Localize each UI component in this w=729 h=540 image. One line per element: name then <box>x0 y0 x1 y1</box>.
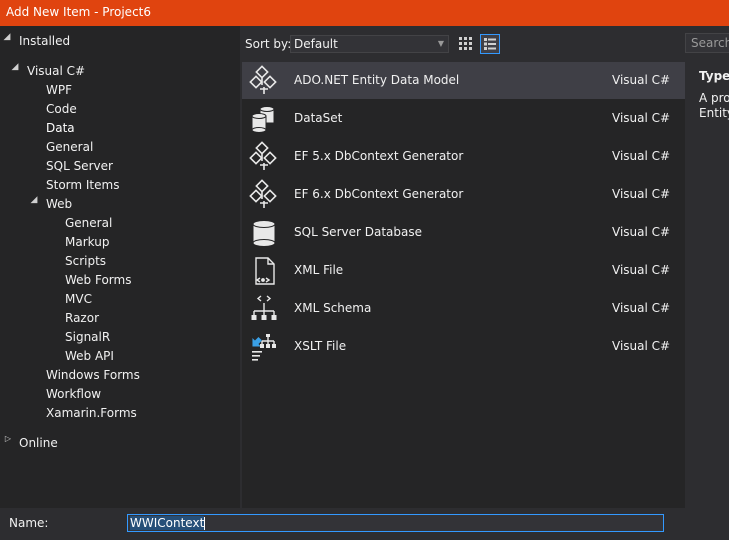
ef-generator-icon <box>249 179 277 208</box>
tree-item-web-scripts[interactable]: Scripts <box>65 252 106 271</box>
item-language: Visual C# <box>612 187 671 201</box>
xslt-file-icon <box>252 334 276 361</box>
item-language: Visual C# <box>612 111 671 125</box>
tree-item-web-signalr[interactable]: SignalR <box>65 328 110 347</box>
item-name: XML Schema <box>294 301 372 315</box>
list-item[interactable]: XML File Visual C# <box>242 252 685 289</box>
sort-by-label: Sort by: <box>245 37 292 51</box>
collapse-arrow-icon[interactable]: ◢ <box>29 195 39 214</box>
list-item[interactable]: DataSet Visual C# <box>242 100 685 137</box>
item-name: XSLT File <box>294 339 347 353</box>
text-cursor <box>204 517 206 530</box>
item-name: ADO.NET Entity Data Model <box>294 73 460 87</box>
tree-item-web-razor[interactable]: Razor <box>65 309 99 328</box>
tree-item-visual-csharp[interactable]: Visual C# <box>27 62 85 81</box>
details-pane: Type: A proj Entity <box>685 60 729 508</box>
tree-item-windows-forms[interactable]: Windows Forms <box>46 366 140 385</box>
item-name: EF 6.x DbContext Generator <box>294 187 464 201</box>
item-template-list: ADO.NET Entity Data Model Visual C# Data… <box>242 62 685 508</box>
grid-view-icon <box>459 37 472 50</box>
sort-toolbar: Sort by: Default ▼ <box>240 26 685 60</box>
medium-icons-view-button[interactable] <box>456 34 476 54</box>
item-language: Visual C# <box>612 225 671 239</box>
ef-generator-icon <box>249 141 277 170</box>
tree-item-data[interactable]: Data <box>46 119 75 138</box>
list-view-icon <box>484 38 496 50</box>
entity-model-icon <box>249 65 277 94</box>
database-icon <box>252 220 276 247</box>
list-view-button[interactable] <box>480 34 500 54</box>
sort-by-dropdown[interactable]: Default ▼ <box>290 35 449 53</box>
item-language: Visual C# <box>612 301 671 315</box>
item-language: Visual C# <box>612 73 671 87</box>
item-name: XML File <box>294 263 344 277</box>
list-item[interactable]: XML Schema Visual C# <box>242 290 685 327</box>
tree-item-storm-items[interactable]: Storm Items <box>46 176 119 195</box>
list-item[interactable]: SQL Server Database Visual C# <box>242 214 685 251</box>
tree-item-online[interactable]: Online <box>19 434 58 453</box>
tree-item-web-mvc[interactable]: MVC <box>65 290 92 309</box>
tree-item-web-markup[interactable]: Markup <box>65 233 109 252</box>
list-item[interactable]: XSLT File Visual C# <box>242 328 685 365</box>
list-item[interactable]: EF 5.x DbContext Generator Visual C# <box>242 138 685 175</box>
collapse-arrow-icon[interactable]: ◢ <box>2 32 12 51</box>
expand-arrow-icon[interactable]: ▷ <box>3 434 13 453</box>
title-bar: Add New Item - Project6 <box>0 0 729 26</box>
item-language: Visual C# <box>612 339 671 353</box>
search-input[interactable]: Search <box>685 33 729 53</box>
tree-item-wpf[interactable]: WPF <box>46 81 72 100</box>
dataset-icon <box>251 106 275 133</box>
name-label: Name: <box>9 516 49 530</box>
xml-file-icon <box>255 257 275 285</box>
list-item[interactable]: EF 6.x DbContext Generator Visual C# <box>242 176 685 213</box>
tree-item-workflow[interactable]: Workflow <box>46 385 101 404</box>
name-bar: Name: WWIContext <box>0 508 729 540</box>
name-input-value: WWIContext <box>130 516 205 530</box>
description-line: Entity <box>699 106 729 120</box>
tree-item-web-general[interactable]: General <box>65 214 112 233</box>
item-description: A proj Entity <box>699 91 729 121</box>
tree-item-web-api[interactable]: Web API <box>65 347 114 366</box>
window-title: Add New Item - Project6 <box>6 5 152 19</box>
tree-item-code[interactable]: Code <box>46 100 77 119</box>
tree-item-web-forms[interactable]: Web Forms <box>65 271 131 290</box>
tree-item-web[interactable]: Web <box>46 195 72 214</box>
xml-schema-icon <box>251 295 277 320</box>
tree-item-general[interactable]: General <box>46 138 93 157</box>
name-input[interactable]: WWIContext <box>127 514 664 532</box>
dropdown-caret-icon: ▼ <box>437 39 444 48</box>
item-language: Visual C# <box>612 149 671 163</box>
item-language: Visual C# <box>612 263 671 277</box>
sort-by-value: Default <box>294 37 338 51</box>
tree-item-sql-server[interactable]: SQL Server <box>46 157 113 176</box>
item-name: EF 5.x DbContext Generator <box>294 149 464 163</box>
item-name: SQL Server Database <box>294 225 422 239</box>
tree-item-xamarin-forms[interactable]: Xamarin.Forms <box>46 404 137 423</box>
tree-item-installed[interactable]: Installed <box>19 32 70 51</box>
type-label: Type: <box>699 69 729 83</box>
collapse-arrow-icon[interactable]: ◢ <box>10 62 20 81</box>
template-tree: ◢ Installed ◢ Visual C# WPF Code Data Ge… <box>0 26 240 508</box>
list-item[interactable]: ADO.NET Entity Data Model Visual C# <box>242 62 685 99</box>
item-name: DataSet <box>294 111 343 125</box>
description-line: A proj <box>699 91 729 105</box>
